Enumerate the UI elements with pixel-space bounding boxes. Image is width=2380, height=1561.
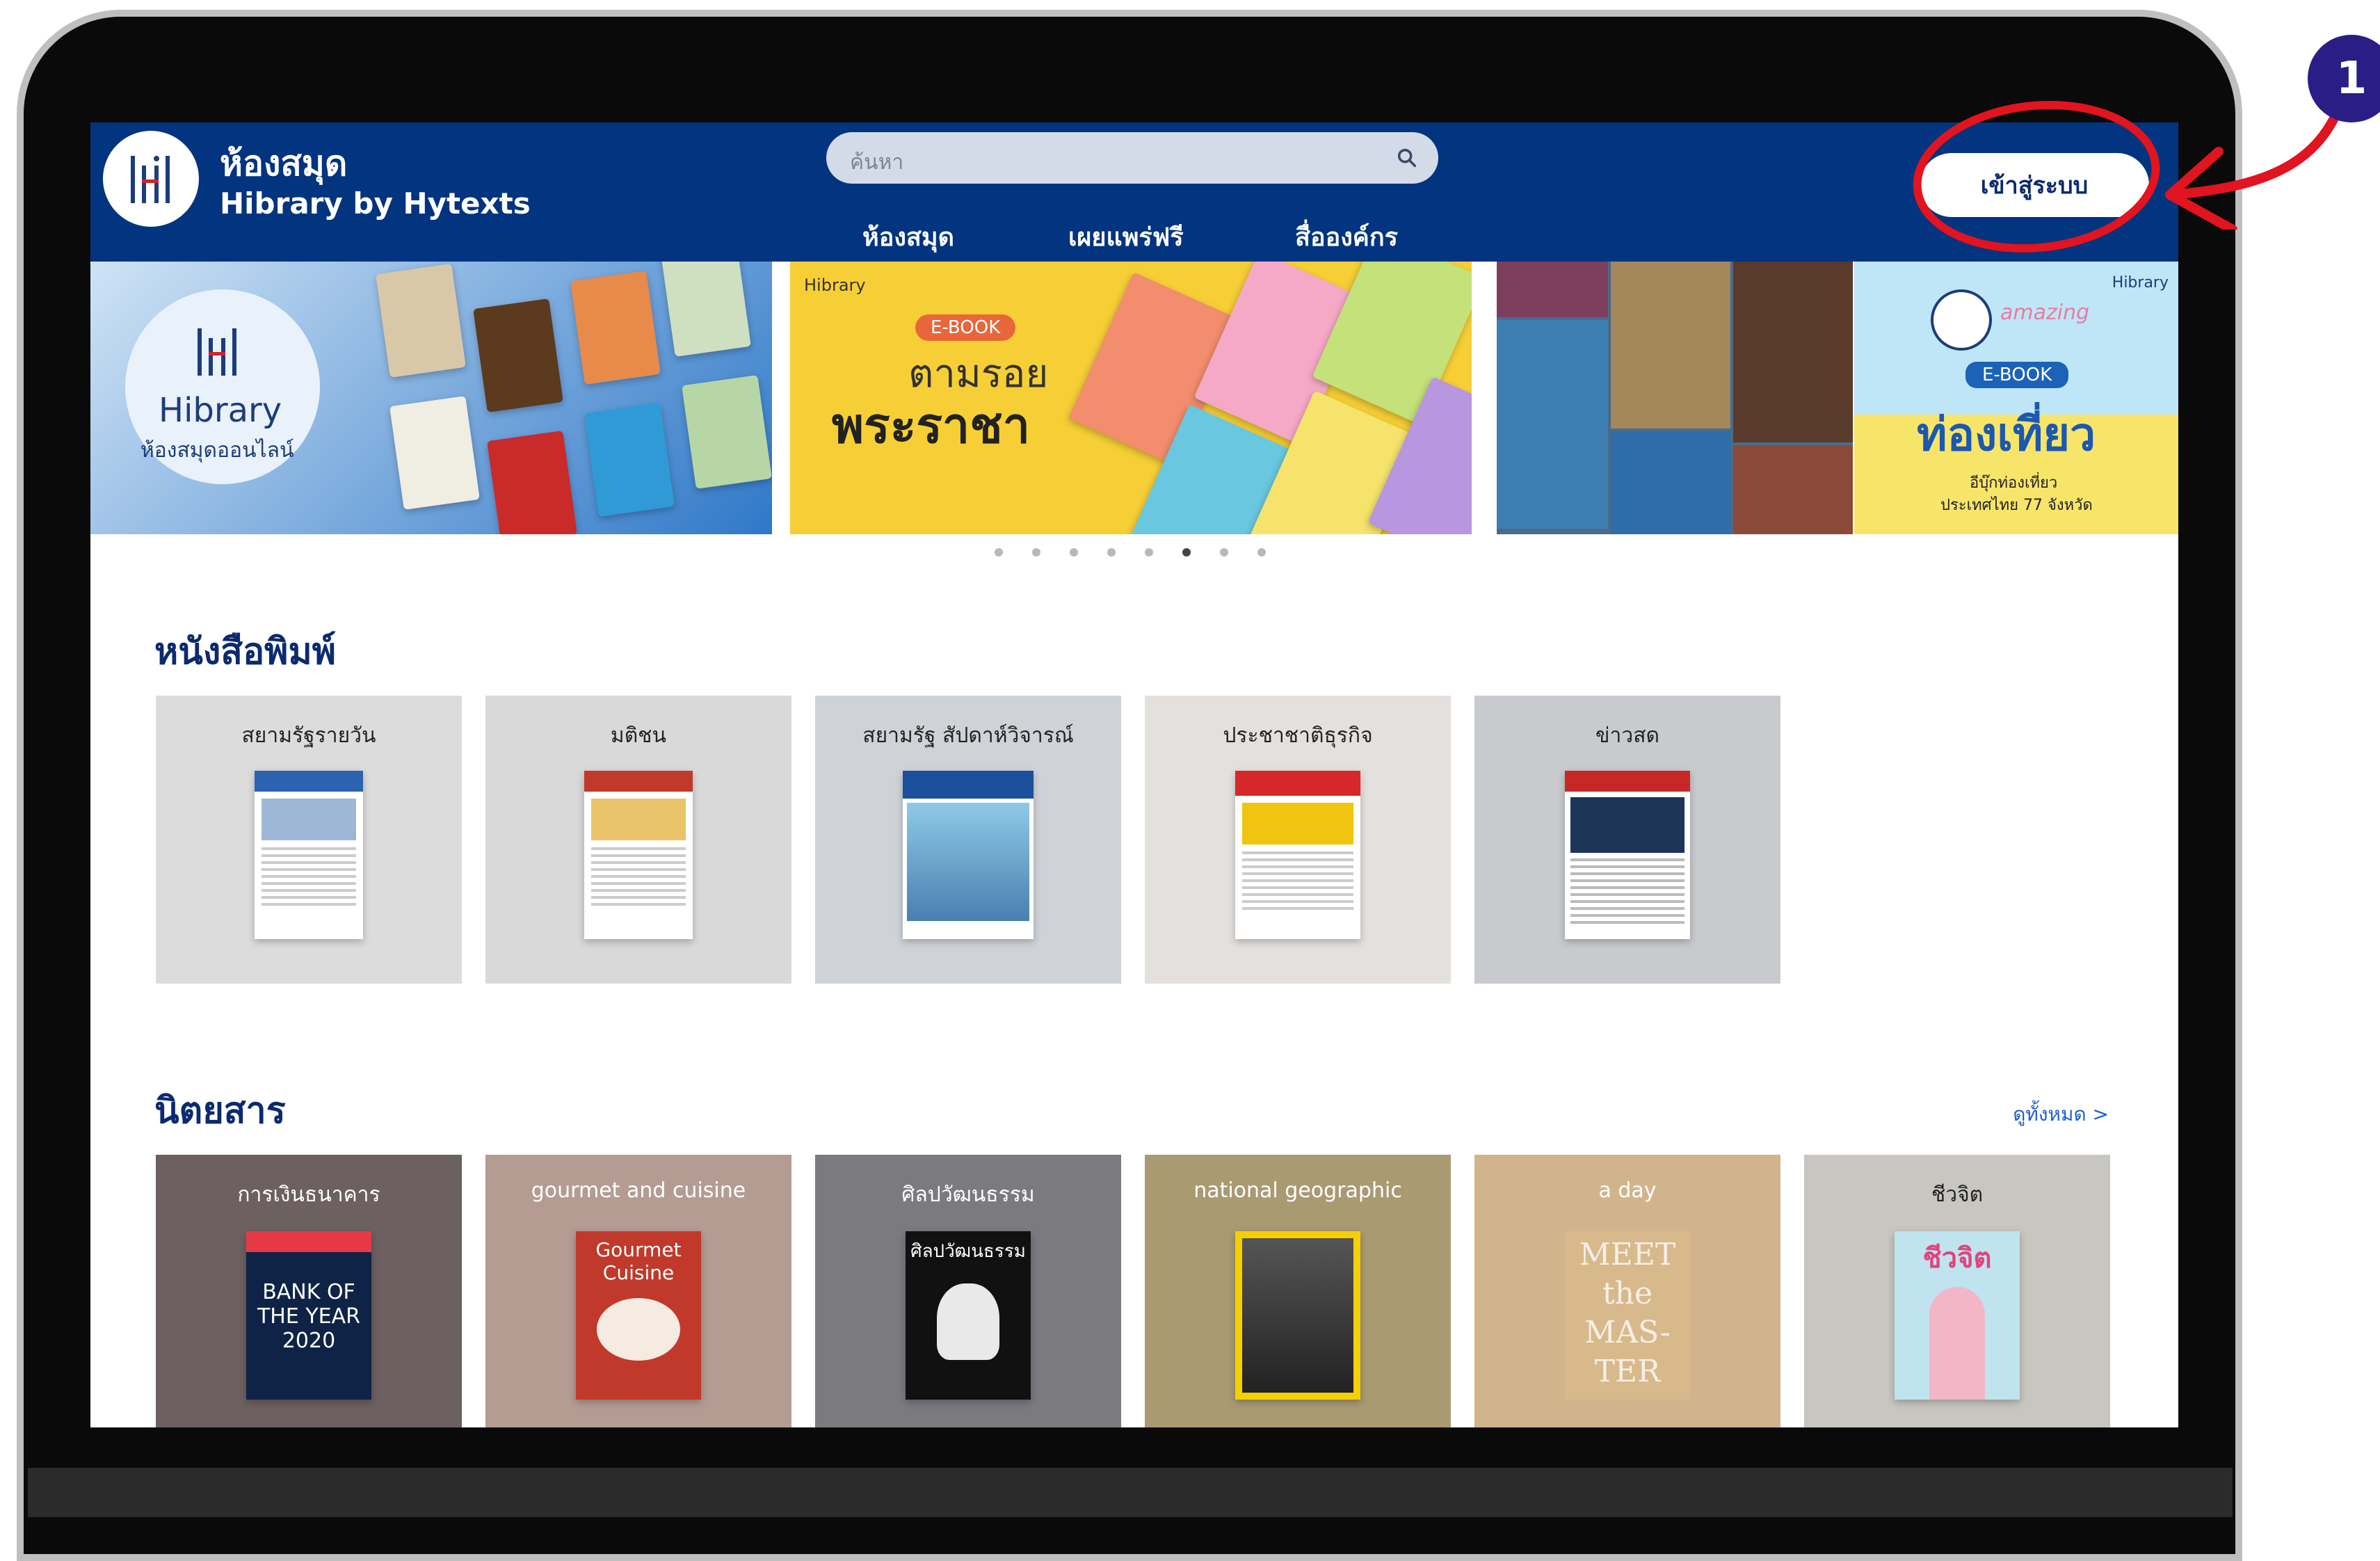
book-cover <box>473 298 563 413</box>
newspaper-card[interactable]: มติชน <box>485 696 791 984</box>
card-title: national geographic <box>1193 1178 1402 1203</box>
newspaper-card[interactable]: ข่าวสด <box>1474 696 1780 984</box>
newspaper-card[interactable]: สยามรัฐรายวัน <box>156 696 462 984</box>
cover-text: ชีวจิต <box>1922 1242 1992 1274</box>
book-cover <box>682 375 772 489</box>
photo-tile <box>1611 431 1730 534</box>
banner-brand: Hibrary <box>2112 274 2169 291</box>
card-title: มติชน <box>610 723 667 748</box>
carousel-dot[interactable] <box>995 548 1003 557</box>
cover-text: BANK OF THE YEAR 2020 <box>257 1280 361 1353</box>
newspaper-cover[interactable] <box>584 771 693 939</box>
banner-hibrary-subtitle: ห้องสมุดออนไลน์ <box>140 438 294 463</box>
cover-text: Gourmet Cuisine <box>595 1238 682 1284</box>
card-title: สยามรัฐ สัปดาห์วิจารณ์ <box>862 723 1074 748</box>
carousel-dot-active[interactable] <box>1182 548 1191 557</box>
ebook-badge: E-BOOK <box>915 314 1016 341</box>
carousel-dots <box>995 548 1266 559</box>
browser-screen: ห้องสมุด Hibrary by Hytexts ค้นหา ห้องสม… <box>90 122 2178 1427</box>
amazing-text: amazing <box>2000 301 2090 325</box>
laptop-bottom-bezel <box>28 1468 2233 1517</box>
carousel-dot[interactable] <box>1220 548 1228 557</box>
card-title: การเงินธนาคาร <box>237 1183 380 1207</box>
book-cover <box>389 396 480 510</box>
banner-carousel[interactable]: Hibrary ห้องสมุดออนไลน์ Hibrary E-BOOK ต… <box>90 262 2178 534</box>
magazine-cover[interactable]: ศิลปวัฒนธรรม <box>906 1231 1031 1400</box>
nav-library[interactable]: ห้องสมุด <box>862 217 954 257</box>
book-cover <box>661 262 751 357</box>
carousel-dot[interactable] <box>1032 548 1040 557</box>
book-cover <box>487 431 577 534</box>
carousel-dot[interactable] <box>1145 548 1153 557</box>
search-input[interactable]: ค้นหา <box>826 132 1438 184</box>
photo-tile <box>1497 262 1608 317</box>
brand-subtitle: Hibrary by Hytexts <box>220 186 531 221</box>
card-title: สยามรัฐรายวัน <box>241 723 376 748</box>
cover-text: ศิลปวัฒนธรรม <box>910 1241 1026 1262</box>
banner-hibrary-title: Hibrary <box>159 391 282 430</box>
site-header: ห้องสมุด Hibrary by Hytexts ค้นหา ห้องสม… <box>90 122 2178 262</box>
newspaper-cover[interactable] <box>1235 771 1360 939</box>
newspapers-heading: หนังสือพิมพ์ <box>154 631 337 673</box>
carousel-dot[interactable] <box>1107 548 1116 557</box>
magazine-card[interactable]: การเงินธนาคาร BANK OF THE YEAR 2020 <box>156 1155 462 1427</box>
brand-name: ห้องสมุด <box>220 143 348 184</box>
card-title: ข่าวสด <box>1595 723 1659 748</box>
banner-line2: พระราชา <box>832 397 1031 454</box>
newspaper-cover[interactable] <box>1565 771 1690 939</box>
magazine-card[interactable]: ศิลปวัฒนธรรม ศิลปวัฒนธรรม <box>815 1155 1121 1427</box>
magazine-cover[interactable]: BANK OF THE YEAR 2020 <box>246 1231 371 1400</box>
book-cover <box>376 264 466 378</box>
banner-slide-hibrary[interactable]: Hibrary ห้องสมุดออนไลน์ <box>90 262 772 534</box>
banner-brand: Hibrary <box>804 275 866 295</box>
magazine-cover[interactable]: Gourmet Cuisine <box>576 1231 701 1400</box>
hibrary-logo-icon <box>131 156 170 203</box>
magazine-card[interactable]: national geographic <box>1145 1155 1451 1427</box>
card-title: ประชาชาติธุรกิจ <box>1223 723 1373 748</box>
banner-slide-travel-photos[interactable] <box>1497 262 1853 534</box>
book-cover <box>584 403 675 517</box>
see-all-link[interactable]: ดูทั้งหมด > <box>2013 1099 2109 1130</box>
site-logo[interactable] <box>103 131 199 227</box>
photo-tile <box>1733 262 1853 442</box>
card-title: ชีวจิต <box>1931 1183 1984 1207</box>
banner-slide-travel-ebook[interactable]: Hibrary amazing E-BOOK ท่องเที่ยว อีบุ๊ก… <box>1854 262 2178 534</box>
ebook-badge: E-BOOK <box>1965 362 2069 388</box>
magazines-heading: นิตยสาร <box>154 1090 286 1132</box>
tat-seal <box>1931 289 1992 351</box>
banner-headline: ท่องเที่ยว <box>1917 408 2096 461</box>
nav-free-publish[interactable]: เผยแพร่ฟรี <box>1068 217 1184 257</box>
photo-tile <box>1733 445 1853 534</box>
magazine-card[interactable]: a day MEET the MAS-TER <box>1474 1155 1780 1427</box>
card-title: a day <box>1598 1178 1657 1203</box>
banner-sub1: อีบุ๊กท่องเที่ยว <box>1970 474 2058 492</box>
photo-tile <box>1497 320 1608 529</box>
newspaper-card[interactable]: สยามรัฐ สัปดาห์วิจารณ์ <box>815 696 1121 984</box>
newspaper-cover[interactable] <box>255 771 363 939</box>
magazine-cover[interactable] <box>1235 1231 1360 1400</box>
book-cover <box>570 271 661 385</box>
carousel-dot[interactable] <box>1257 548 1266 557</box>
magazine-cover[interactable]: ชีวจิต <box>1895 1231 2020 1400</box>
newspaper-card[interactable]: ประชาชาติธุรกิจ <box>1145 696 1451 984</box>
newspaper-cover[interactable] <box>903 771 1034 939</box>
card-title: ศิลปวัฒนธรรม <box>901 1183 1035 1207</box>
banner-sub2: ประเทศไทย 77 จังหวัด <box>1940 497 2093 514</box>
banner-slide-tamroy[interactable]: Hibrary E-BOOK ตามรอย พระราชา <box>790 262 1472 534</box>
carousel-dot[interactable] <box>1070 548 1078 557</box>
search-icon[interactable] <box>1395 146 1419 170</box>
hibrary-logo-icon <box>198 328 236 376</box>
magazine-cover[interactable]: MEET the MAS-TER <box>1565 1231 1690 1400</box>
card-title: gourmet and cuisine <box>531 1178 746 1203</box>
magazine-card[interactable]: gourmet and cuisine Gourmet Cuisine <box>485 1155 791 1427</box>
search-placeholder: ค้นหา <box>850 150 904 175</box>
cover-text: MEET the MAS-TER <box>1579 1237 1676 1389</box>
nav-corporate-media[interactable]: สื่อองค์กร <box>1295 217 1398 257</box>
magazine-card[interactable]: ชีวจิต ชีวจิต <box>1804 1155 2110 1427</box>
photo-tile <box>1611 262 1730 429</box>
